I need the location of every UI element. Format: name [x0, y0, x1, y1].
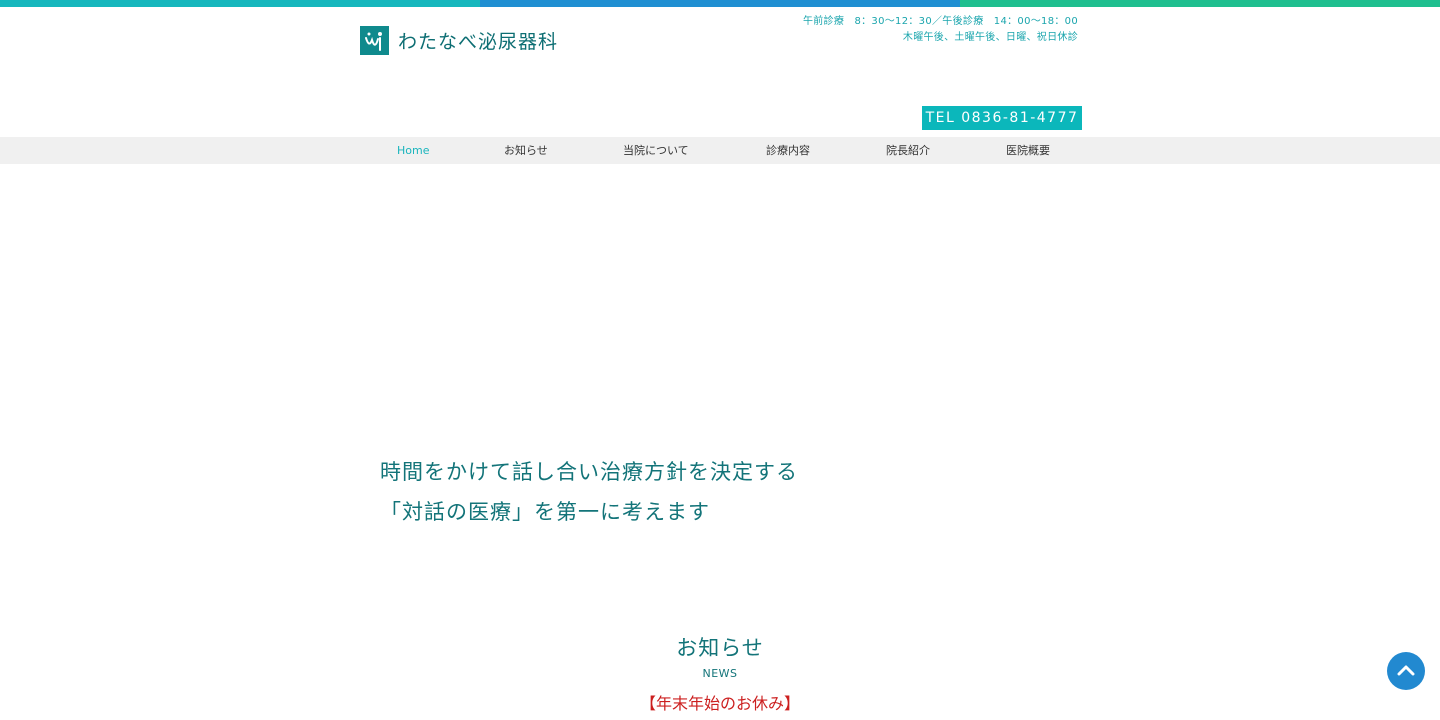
clinic-hours: 午前診療 8：30〜12：30／午後診療 14：00〜18：00 木曜午後、土曜… — [803, 14, 1078, 46]
clinic-logo-icon — [360, 25, 389, 55]
main-nav: Home お知らせ 当院について 診療内容 院長紹介 医院概要 — [0, 137, 1440, 164]
tel-button[interactable]: TEL 0836-81-4777 — [922, 106, 1082, 130]
news-item[interactable]: 【年末年始のお休み】 — [0, 690, 1440, 714]
top-bar-segment-teal — [0, 0, 480, 7]
top-color-bar — [0, 0, 1440, 7]
back-to-top-button[interactable] — [1387, 652, 1425, 690]
nav-item-news[interactable]: お知らせ — [504, 137, 548, 164]
nav-item-director[interactable]: 院長紹介 — [886, 137, 930, 164]
top-bar-segment-green — [960, 0, 1440, 7]
nav-item-overview[interactable]: 医院概要 — [1006, 137, 1050, 164]
logo-text: わたなべ泌尿器科 — [398, 30, 559, 53]
top-bar-segment-blue — [480, 0, 960, 7]
nav-item-services[interactable]: 診療内容 — [766, 137, 810, 164]
nav-item-home[interactable]: Home — [397, 137, 429, 164]
hours-line-1: 午前診療 8：30〜12：30／午後診療 14：00〜18：00 — [802, 16, 1078, 27]
chevron-up-icon — [1397, 665, 1415, 676]
hero-message: 時間をかけて話し合い治療方針を決定する 「対話の医療」を第一に考えます — [380, 452, 798, 532]
news-section-subtitle: NEWS — [702, 667, 738, 680]
site-logo-link[interactable]: わたなべ泌尿器科 — [360, 25, 558, 55]
hero-line-1: 時間をかけて話し合い治療方針を決定する — [380, 460, 798, 484]
news-section-title: お知らせ — [676, 636, 764, 660]
hours-line-2: 木曜午後、土曜午後、日曜、祝日休診 — [902, 32, 1078, 43]
hero-line-2: 「対話の医療」を第一に考えます — [380, 500, 710, 524]
nav-item-about[interactable]: 当院について — [623, 137, 689, 164]
